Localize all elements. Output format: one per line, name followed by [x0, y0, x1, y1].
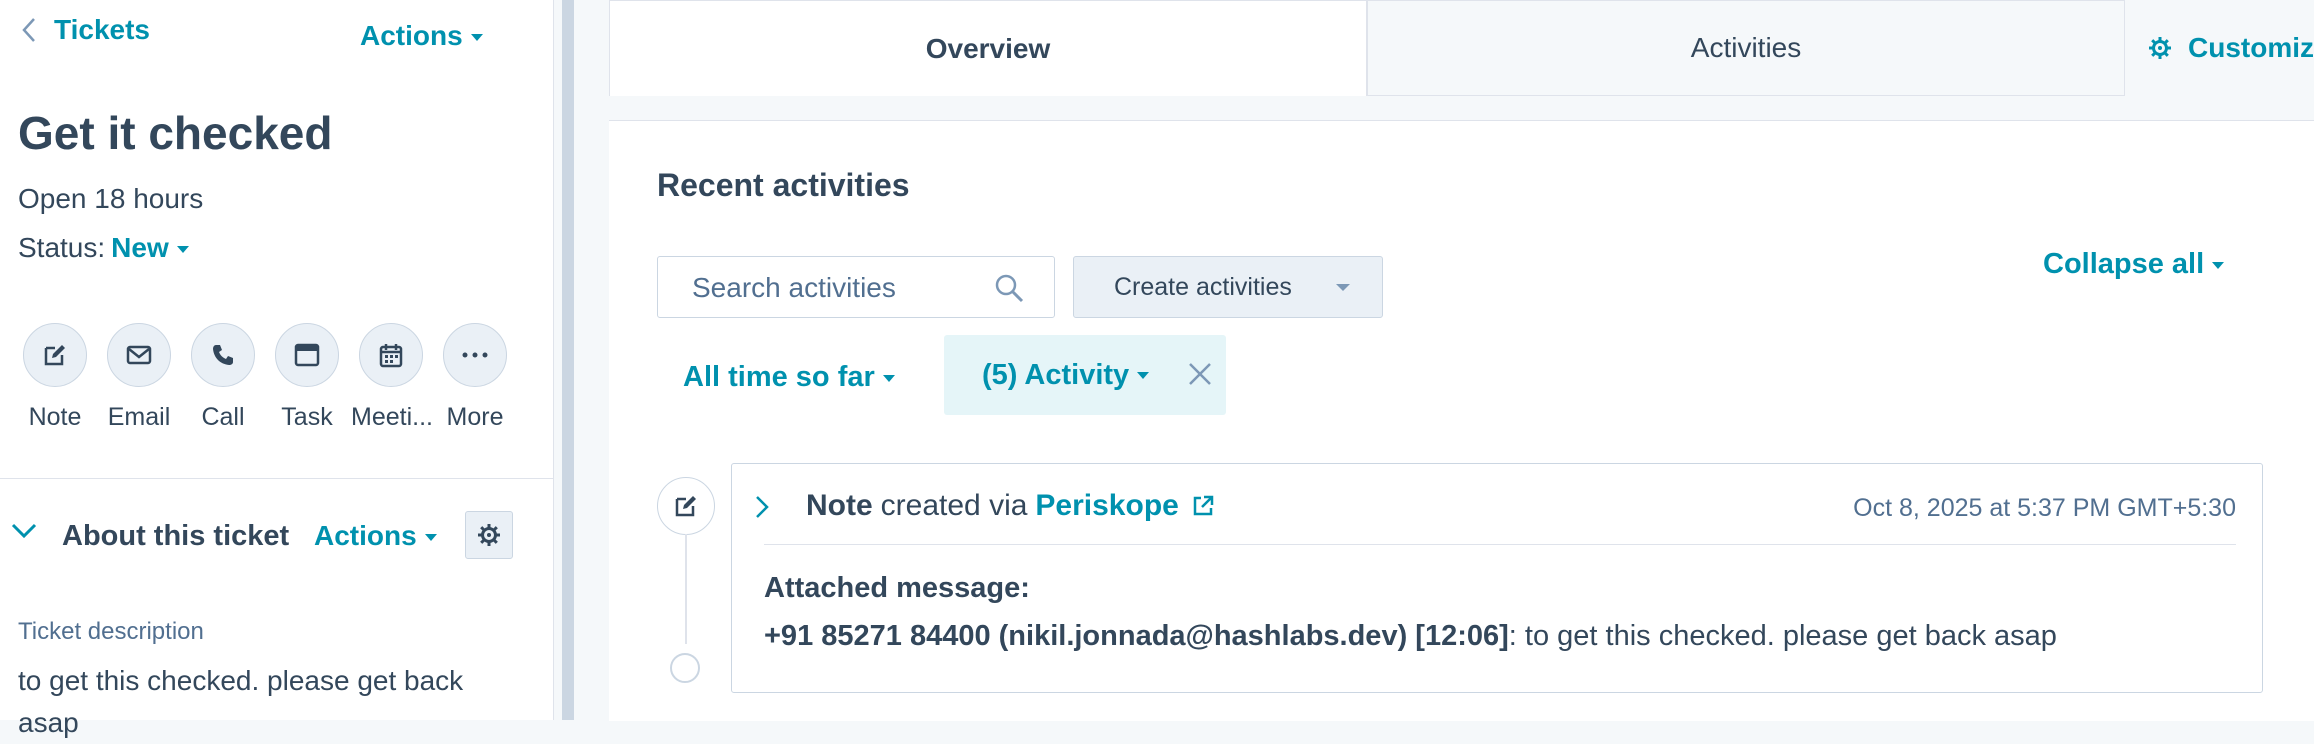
record-sidebar: Tickets Actions Get it checked Open 18 h… — [0, 0, 554, 738]
message-text: : to get this checked. please get back a… — [1508, 620, 2057, 652]
search-input[interactable] — [690, 271, 994, 305]
customize-tab-button[interactable]: Customiz — [2148, 0, 2314, 96]
note-header: Note created via Periskope — [806, 489, 1215, 523]
recent-activities-title: Recent activities — [657, 167, 910, 203]
status-value: New — [111, 232, 169, 263]
time-filter-label: All time so far — [683, 361, 875, 393]
note-action-button[interactable]: Note — [15, 323, 95, 432]
task-icon — [294, 343, 320, 367]
external-link-icon[interactable] — [1191, 494, 1215, 518]
message-sender: +91 85271 84400 (nikil.jonnada@hashlabs.… — [764, 620, 1509, 652]
activity-type-filter[interactable]: (5) Activity — [944, 335, 1226, 415]
about-section-title[interactable]: About this ticket — [62, 520, 289, 553]
ticket-description-value[interactable]: to get this checked. please get back asa… — [18, 660, 498, 744]
meeting-action-button[interactable]: Meeti... — [351, 323, 433, 432]
tab-overview-label: Overview — [925, 32, 1051, 64]
call-action-label: Call — [201, 403, 245, 431]
tab-activities[interactable]: Activities — [1367, 0, 2125, 96]
more-action-label: More — [446, 403, 504, 431]
chevron-left-icon — [22, 18, 35, 42]
note-timestamp: Oct 8, 2025 at 5:37 PM GMT+5:30 — [1853, 494, 2236, 522]
about-settings-button[interactable] — [465, 511, 513, 559]
back-to-tickets-link[interactable]: Tickets — [22, 14, 150, 46]
note-action-label: Note — [28, 403, 82, 431]
customize-label: Customiz — [2188, 32, 2314, 63]
about-actions-dropdown[interactable]: Actions — [314, 520, 437, 552]
note-message: +91 85271 84400 (nikil.jonnada@hashlabs.… — [764, 620, 2057, 653]
note-type: Note — [806, 489, 873, 522]
caret-down-icon — [1137, 371, 1150, 379]
more-action-button[interactable]: More — [435, 323, 515, 432]
status-dropdown[interactable]: New — [111, 232, 189, 263]
collapse-all-dropdown[interactable]: Collapse all — [2043, 248, 2225, 281]
create-activities-dropdown[interactable]: Create activities — [1073, 256, 1383, 318]
email-action-label: Email — [107, 403, 171, 431]
open-duration: Open 18 hours — [18, 183, 204, 214]
meeting-action-label: Meeti... — [351, 403, 433, 431]
caret-down-icon — [882, 374, 895, 382]
caret-down-icon — [176, 246, 189, 254]
note-created-via: created via — [880, 489, 1028, 522]
note-source-link[interactable]: Periskope — [1035, 489, 1178, 523]
attached-message-label: Attached message: — [764, 572, 1030, 604]
caret-down-icon — [2212, 261, 2225, 269]
recent-activities-card: Recent activities Create activities Coll… — [609, 120, 2314, 721]
search-icon[interactable] — [994, 273, 1024, 303]
meeting-icon — [379, 344, 403, 368]
ticket-description-label: Ticket description — [18, 618, 204, 645]
email-icon — [126, 345, 152, 365]
create-activities-label: Create activities — [1114, 272, 1292, 301]
caret-down-icon — [470, 34, 483, 42]
time-range-filter[interactable]: All time so far — [683, 361, 895, 394]
gear-icon — [2149, 37, 2171, 59]
activity-filter-label: (5) Activity — [982, 358, 1130, 391]
call-action-button[interactable]: Call — [183, 323, 263, 432]
about-actions-label: Actions — [314, 520, 417, 551]
chevron-right-icon[interactable] — [754, 494, 770, 520]
caret-down-icon — [1336, 284, 1350, 291]
timeline-end-dot — [670, 653, 700, 683]
tab-activities-label: Activities — [1690, 32, 1802, 63]
chevron-down-icon[interactable] — [10, 522, 38, 540]
task-action-button[interactable]: Task — [267, 323, 347, 432]
record-actions-label: Actions — [360, 20, 463, 51]
email-action-button[interactable]: Email — [99, 323, 179, 432]
tab-overview[interactable]: Overview — [609, 0, 1367, 96]
back-link-label: Tickets — [54, 14, 150, 45]
more-icon — [462, 352, 488, 358]
status-row: Status: New — [18, 232, 189, 264]
note-divider — [764, 544, 2236, 545]
close-icon[interactable] — [1186, 360, 1214, 388]
task-action-label: Task — [281, 403, 333, 431]
ticket-title: Get it checked — [18, 107, 333, 159]
note-icon — [675, 496, 696, 517]
search-activities-field[interactable] — [657, 256, 1055, 318]
panel-resize-handle[interactable] — [562, 0, 574, 720]
note-icon — [44, 345, 65, 366]
status-label: Status: — [18, 232, 106, 263]
collapse-all-label: Collapse all — [2043, 248, 2205, 280]
timeline-note-marker — [657, 477, 715, 535]
activity-note-card: Note created via Periskope Oct 8, 2025 a… — [731, 463, 2263, 693]
call-icon — [213, 345, 233, 365]
sidebar-divider — [0, 478, 553, 479]
gear-icon — [478, 524, 500, 546]
timeline-line — [685, 534, 687, 644]
caret-down-icon — [424, 534, 437, 542]
record-actions-dropdown[interactable]: Actions — [360, 20, 483, 52]
